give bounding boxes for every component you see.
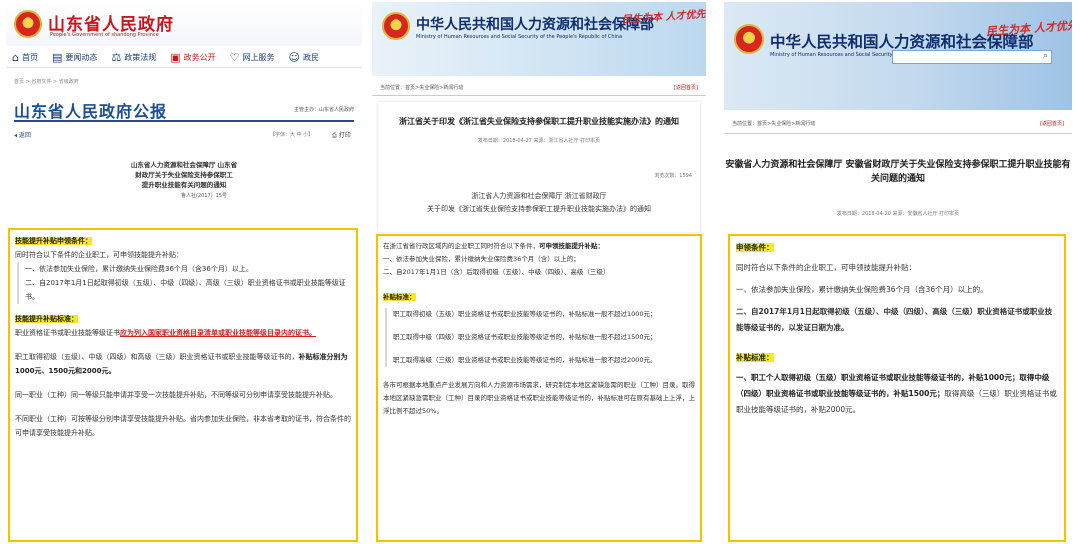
document-title: 山东省人力资源和社会保障厅 山东省 财政厅关于失业保险支持参保职工 提升职业技能… <box>130 161 238 189</box>
anhui-panel: 中华人民共和国人力资源和社会保障部 Ministry of Human Reso… <box>724 2 1072 544</box>
title-divider <box>14 120 354 122</box>
nav-item-home[interactable]: ⌂ 首页 <box>12 51 38 64</box>
national-emblem-icon <box>382 12 410 40</box>
back-link[interactable]: ◂ 返回 <box>14 130 31 139</box>
document-header: 安徽省人力资源和社会保障厅 安徽省财政厅关于失业保险支持参保职工提升职业技能有 … <box>724 142 1072 230</box>
list-item: 二、自2017年1月1日起取得初级（五级）、中级（四级）、高级（三级）职业资格证… <box>736 307 1053 332</box>
site-title[interactable]: 中华人民共和国人力资源和社会保障部 <box>416 14 654 34</box>
highlighted-excerpt: 技能提升补贴申领条件： 同时符合以下条件的企业职工，可申领技能提升补贴： 一、依… <box>8 228 358 542</box>
highlighted-excerpt: 在浙江省省行政区域内的企业职工同时符合以下条件，可申领技能提升补贴： 一、依法参… <box>376 234 702 542</box>
document-title: 浙江省关于印发《浙江省失业保险支持参保职工提升职业技能实施办法》的通知 <box>399 117 679 126</box>
search-icon[interactable]: ⌕ <box>1043 51 1048 61</box>
national-emblem-icon <box>734 24 764 54</box>
sponsor-text: 主管主办：山东省人民政府 <box>293 107 354 113</box>
section-title: 山东省人民政府公报 <box>14 102 168 121</box>
zhejiang-panel: 中华人民共和国人力资源和社会保障部 Ministry of Human Reso… <box>372 2 706 544</box>
briefcase-icon: ▣ <box>170 51 181 64</box>
nav-item-policy[interactable]: ⚖ 政策法规 <box>111 51 156 64</box>
site-subtitle: Ministry of Human Resources and Social S… <box>416 34 623 40</box>
highlight-heading: 技能提升补贴标准： <box>15 315 78 323</box>
breadcrumb[interactable]: 当前位置：首页>失业保险>新闻行动 <box>732 120 815 127</box>
site-header: 山东省人民政府 People's Government of shandong … <box>6 2 362 46</box>
back-home-link[interactable]: [返回首页] <box>674 84 698 91</box>
paragraph: 职工取得初级（五级）、中级（四级）和高级（三级）职业资格证书或职业技能等级证书的… <box>15 353 348 375</box>
site-subtitle: People's Government of shandong Province <box>50 32 159 38</box>
highlight-heading: 补贴标准： <box>736 353 774 362</box>
paragraph: 同时符合以下条件的企业职工，可申领技能提升补贴： <box>736 263 916 272</box>
heart-icon: ♡ <box>229 51 240 64</box>
paragraph: 同一职业（工种）同一等级只能申请并享受一次技能提升补贴，不同等级可分别申请享受技… <box>15 391 337 399</box>
slogan-calligraphy: 民生为本 人才优先 <box>985 18 1072 39</box>
list-item: 职工取得高级（三级）职业资格证书或职业技能等级证书的，补贴标准一般不超过2000… <box>393 356 657 364</box>
comparison-screenshot: 山东省人民政府 People's Government of shandong … <box>0 0 1080 544</box>
list-item: 二、自2017年1月1日起取得初级（五级）、中级（四级）、高级（三级）职业资格证… <box>25 279 346 301</box>
nav-item-news[interactable]: ▤ 要闻动态 <box>52 51 97 64</box>
font-size-switch[interactable]: 【字体：大 中 小】 <box>270 131 313 138</box>
list-item: 职工取得中级（四级）职业资格证书或职业技能等级证书的，补贴标准一般不超过1500… <box>393 333 657 341</box>
paragraph: 一、职工个人取得初级（五级）职业资格证书或职业技能等级证书的，补贴1000元；取… <box>736 373 1057 414</box>
nav-item-public[interactable]: ▣ 政务公开 <box>170 51 215 64</box>
document-header: 浙江省关于印发《浙江省失业保险支持参保职工提升职业技能实施办法》的通知 发布日期… <box>378 102 700 232</box>
document-meta: 发布日期：2018-04-27 来源：浙江省人社厅 打印本页 <box>477 138 601 144</box>
main-nav: ⌂ 首页 ▤ 要闻动态 ⚖ 政策法规 ▣ 政务公开 ♡ 网上服务 ☺ 政民 <box>6 48 362 68</box>
nav-item-service[interactable]: ♡ 网上服务 <box>230 51 275 64</box>
list-item: 二、自2017年1月1日（含）后取得初级（五级）、中级（四级）、高级（三级） <box>383 268 610 276</box>
nav-item-people[interactable]: ☺ 政民 <box>289 51 319 64</box>
list-item: 一、依法参加失业保险，累计缴纳失业保险费36个月（含）以上的； <box>383 255 580 263</box>
paragraph: 不同职业（工种）可按等级分别申请享受技能提升补贴。省内参加失业保险，非本省考取的… <box>15 415 351 437</box>
print-icon: ⎙ <box>332 132 339 139</box>
home-icon: ⌂ <box>12 51 19 64</box>
document-meta: 发布日期：2018-04-20 来源：安徽省人社厅 打印本页 <box>836 211 960 217</box>
quoted-block: 职工取得初级（五级）职业资格证书或职业技能等级证书的，补贴标准一般不超过1000… <box>385 308 695 367</box>
paragraph: 在浙江省省行政区域内的企业职工同时符合以下条件，可申领技能提升补贴： <box>383 242 604 250</box>
print-button[interactable]: ⎙ 打印 <box>332 130 351 140</box>
people-icon: ☺ <box>288 51 301 64</box>
policy-icon: ⚖ <box>111 51 122 64</box>
paragraph: 职业资格证书或职业技能等级证书应为列入国家职业资格目录清单或职业技能等级目录内的… <box>15 329 316 337</box>
issuer-lines: 浙江省人力资源和社会保障厅 浙江省财政厅 关于印发《浙江省失业保险支持参保职工提… <box>427 192 651 213</box>
list-item: 职工取得初级（五级）职业资格证书或职业技能等级证书的，补贴标准一般不超过1000… <box>393 310 657 318</box>
highlight-heading: 补贴标准： <box>383 293 416 301</box>
breadcrumb-bar: 当前位置：首页>失业保险>新闻行动 [返回首页] <box>724 116 1072 134</box>
document-title: 安徽省人力资源和社会保障厅 安徽省财政厅关于失业保险支持参保职工提升职业技能有 … <box>725 160 1071 184</box>
paragraph: 同时符合以下条件的企业职工，可申领技能提升补贴： <box>15 251 183 259</box>
site-header: 中华人民共和国人力资源和社会保障部 Ministry of Human Reso… <box>372 2 706 76</box>
highlight-heading: 技能提升补贴申领条件： <box>15 237 92 245</box>
list-item: 一、依法参加失业保险，累计缴纳失业保险费36个月（含36个月）以上的。 <box>736 285 988 294</box>
search-input[interactable]: ⌕ <box>892 50 1052 64</box>
slogan-calligraphy: 民生为本 人才优先 <box>621 9 706 26</box>
national-emblem-icon <box>14 10 42 38</box>
document-number: 鲁人社(2017）15号 <box>180 193 228 199</box>
view-count: 浏览次数：1594 <box>654 173 692 179</box>
highlighted-excerpt: 申领条件： 同时符合以下条件的企业职工，可申领技能提升补贴： 一、依法参加失业保… <box>728 234 1066 542</box>
news-icon: ▤ <box>51 51 63 64</box>
breadcrumb[interactable]: 当前位置：首页>失业保险>新闻行动 <box>380 84 463 91</box>
paragraph: 各市可根据本地重点产业发展方向和人力资源市场需求，研究制定本地区紧缺急需的职业（… <box>383 381 695 415</box>
list-item: 一、依法参加失业保险，累计缴纳失业保险费36个月（含36个月）以上。 <box>25 265 253 273</box>
shandong-panel: 山东省人民政府 People's Government of shandong … <box>6 2 362 544</box>
highlight-heading: 申领条件： <box>736 243 774 252</box>
breadcrumb-bar: 当前位置：首页>失业保险>新闻行动 [返回首页] <box>372 80 706 96</box>
back-home-link[interactable]: [返回首页] <box>1040 120 1064 127</box>
quoted-block: 一、依法参加失业保险，累计缴纳失业保险费36个月（含36个月）以上。 二、自20… <box>17 262 351 304</box>
site-header: 中华人民共和国人力资源和社会保障部 Ministry of Human Reso… <box>724 2 1072 110</box>
breadcrumb[interactable]: 首页 > 省府文件 > 省级政府 <box>14 78 79 85</box>
